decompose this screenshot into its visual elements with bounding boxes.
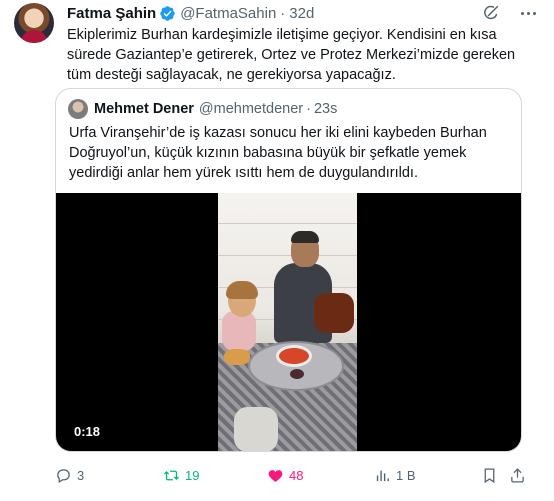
cloth bbox=[234, 407, 278, 451]
retweet-button[interactable]: 19 bbox=[163, 462, 199, 488]
video-player[interactable]: 0:18 bbox=[56, 193, 521, 451]
avatar-shoulders bbox=[20, 30, 48, 43]
like-count: 48 bbox=[289, 467, 304, 483]
retweet-icon bbox=[163, 470, 180, 480]
man-hair bbox=[291, 231, 319, 243]
quoted-author-handle: @mehmetdener bbox=[198, 101, 304, 117]
tweet[interactable]: Fatma Şahin @FatmaSahin · 32d Ekiplerimi… bbox=[0, 0, 554, 501]
quoted-tweet[interactable]: Mehmet Dener @mehmetdener · 23s Urfa Vir… bbox=[55, 88, 522, 452]
quoted-tweet-header: Mehmet Dener @mehmetdener · 23s bbox=[94, 100, 337, 118]
views-button[interactable]: 1 B bbox=[374, 462, 416, 488]
reply-icon bbox=[57, 468, 70, 483]
tweet-text: Ekiplerimiz Burhan kardeşimizle iletişim… bbox=[67, 27, 516, 83]
tweet-header: Fatma Şahin @FatmaSahin · 32d bbox=[67, 3, 314, 23]
separator-dot: · bbox=[280, 4, 286, 22]
share-icon bbox=[511, 467, 524, 483]
author-avatar[interactable] bbox=[14, 3, 54, 43]
cup bbox=[290, 369, 304, 379]
video-frame bbox=[218, 193, 357, 451]
bread bbox=[224, 349, 250, 365]
bookmark-button[interactable] bbox=[481, 462, 498, 488]
grok-icon[interactable] bbox=[482, 4, 500, 22]
girl-hair bbox=[226, 281, 258, 299]
separator-dot: · bbox=[306, 101, 311, 117]
author-handle[interactable]: @FatmaSahin bbox=[180, 5, 276, 22]
verified-badge-icon bbox=[160, 5, 175, 21]
reply-button[interactable]: 3 bbox=[55, 462, 84, 488]
bookmark-icon bbox=[484, 467, 495, 483]
soup-bowl bbox=[276, 345, 312, 367]
share-button[interactable] bbox=[509, 462, 526, 488]
views-chart-icon bbox=[376, 470, 389, 481]
retweet-count: 19 bbox=[185, 467, 200, 483]
quoted-author-avatar bbox=[68, 99, 88, 119]
girl-figure bbox=[222, 311, 256, 351]
like-button[interactable]: 48 bbox=[267, 462, 303, 488]
more-options-icon[interactable] bbox=[517, 2, 539, 24]
post-time[interactable]: 32d bbox=[289, 5, 314, 22]
video-duration: 0:18 bbox=[74, 424, 101, 439]
views-count: 1 B bbox=[396, 467, 416, 483]
quoted-author-name: Mehmet Dener bbox=[94, 101, 194, 117]
author-name[interactable]: Fatma Şahin bbox=[67, 5, 156, 22]
reply-count: 3 bbox=[77, 467, 85, 483]
quoted-post-time: 23s bbox=[313, 101, 338, 117]
bag bbox=[314, 293, 354, 333]
action-bar: 3 19 48 1 B bbox=[55, 462, 535, 488]
quoted-tweet-text: Urfa Viranşehir’de iş kazası sonucu her … bbox=[69, 125, 487, 181]
heart-icon bbox=[268, 469, 283, 482]
